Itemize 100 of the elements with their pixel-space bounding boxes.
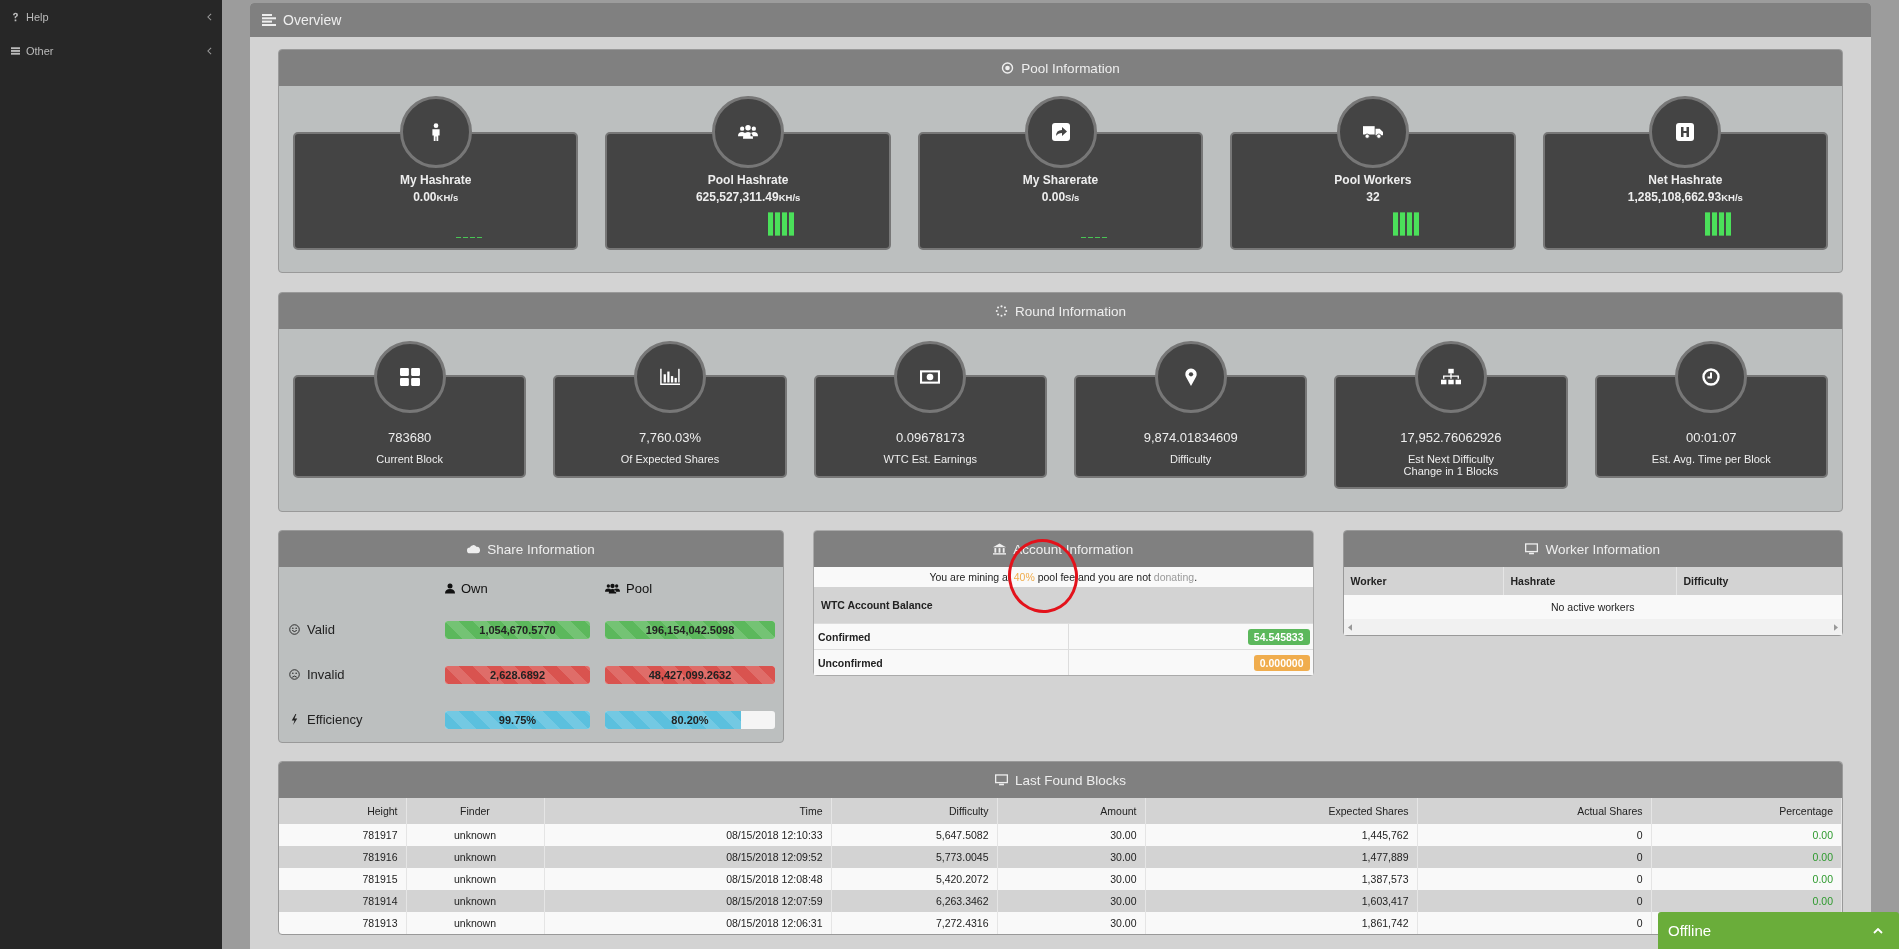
- bar-value: 48,427,099.2632: [648, 668, 732, 681]
- smile-icon: [289, 624, 300, 636]
- card-value: 783680: [386, 430, 433, 445]
- column-header: Expected Shares: [1145, 798, 1417, 825]
- card-label: Est. Avg. Time per Block: [1650, 453, 1772, 466]
- hospital-sign-icon: [1675, 123, 1696, 141]
- spinner-icon: [994, 305, 1008, 317]
- question-icon: [11, 12, 20, 22]
- table-cell: 1,861,742: [1145, 912, 1417, 935]
- table-cell: 5,773.0045: [831, 846, 997, 869]
- section-title: Worker Information: [1545, 541, 1660, 557]
- column-header: Finder: [406, 798, 544, 825]
- sidebar-label: Help: [26, 11, 50, 23]
- monitor-icon: [1525, 543, 1539, 556]
- section-title: Pool Information: [1021, 60, 1120, 76]
- chevron-icon: [207, 47, 212, 55]
- table-cell: unknown: [406, 890, 544, 913]
- column-header: Difficulty: [831, 798, 997, 825]
- target-icon: [1001, 62, 1015, 74]
- table-cell: 08/15/2018 12:06:31: [544, 912, 831, 935]
- card-title: My Sharerate: [1021, 173, 1100, 187]
- clock-icon: [1701, 368, 1722, 386]
- empty-message: No active workers: [1550, 600, 1636, 616]
- column-header: Height: [279, 798, 406, 825]
- table-cell: 1,603,417: [1145, 890, 1417, 913]
- balance-badge: 54.545833: [1247, 628, 1310, 645]
- card-value: 625,527,311.49KH/s: [694, 190, 802, 204]
- table-cell: 30.00: [997, 912, 1145, 935]
- panel-title: Overview: [283, 12, 342, 28]
- card-title: Pool Workers: [1333, 173, 1413, 187]
- card-value: 17,952.76062926: [1399, 430, 1503, 445]
- menu-icon: [262, 14, 276, 26]
- table-cell: 781913: [279, 912, 406, 935]
- horizontal-scrollbar[interactable]: [1343, 619, 1842, 636]
- sidebar-label: Other: [26, 45, 55, 57]
- table-cell: 0: [1417, 890, 1651, 913]
- grid-icon: [399, 368, 420, 386]
- group-icon: [605, 582, 620, 594]
- table-cell: 08/15/2018 12:07:59: [544, 890, 831, 913]
- card-title: Net Hashrate: [1647, 173, 1724, 187]
- sitemap-icon: [1440, 368, 1461, 386]
- card-value: 0.00KH/s: [412, 190, 460, 204]
- card-value: 7,760.03%: [637, 430, 703, 445]
- banknote-icon: [920, 368, 941, 386]
- column-header: Time: [544, 798, 831, 825]
- table-cell: 30.00: [997, 846, 1145, 869]
- table-cell: 0.00: [1651, 846, 1842, 869]
- bar-value: 80.20%: [671, 713, 709, 726]
- list-icon: [11, 46, 20, 56]
- table-cell: 0: [1417, 846, 1651, 869]
- table-cell: unknown: [406, 846, 544, 869]
- cloud-icon: [467, 543, 481, 556]
- person-icon: [445, 582, 455, 594]
- card-title: My Hashrate: [399, 173, 473, 187]
- bar-value: 196,154,042.5098: [645, 623, 735, 636]
- bar-value: 1,054,670.5770: [479, 623, 556, 636]
- balance-badge: 0.000000: [1253, 654, 1310, 671]
- lightning-icon: [289, 714, 300, 726]
- section-title: Round Information: [1014, 303, 1127, 319]
- section-title: Last Found Blocks: [1014, 772, 1127, 788]
- column-header: Own: [461, 580, 488, 596]
- table-cell: 08/15/2018 12:09:52: [544, 846, 831, 869]
- card-label: Current Block: [375, 453, 444, 466]
- table-cell: 30.00: [997, 890, 1145, 913]
- table-cell: 1,477,889: [1145, 846, 1417, 869]
- group-icon: [738, 123, 759, 141]
- table-cell: 781916: [279, 846, 406, 869]
- bar-chart-icon: [660, 368, 680, 386]
- right-arrow-icon[interactable]: [1834, 623, 1838, 631]
- card-value: 0.09678173: [894, 430, 966, 445]
- card-value: 9,874.01834609: [1142, 430, 1239, 445]
- card-title: Pool Hashrate: [706, 173, 790, 187]
- card-value: 1,285,108,662.93KH/s: [1626, 190, 1744, 204]
- left-arrow-icon[interactable]: [1347, 623, 1352, 631]
- caret-icon: [1873, 927, 1883, 934]
- column-header: Hashrate: [1503, 567, 1677, 596]
- column-header: Pool: [626, 580, 653, 596]
- column-header: Percentage: [1651, 798, 1842, 825]
- sidebar-item[interactable]: Other: [0, 40, 222, 62]
- card-label: Est Next Difficulty Change in 1 Blocks: [1402, 453, 1500, 478]
- card-label: Difficulty: [1168, 453, 1213, 466]
- bank-icon: [993, 543, 1007, 556]
- card-value: 0.00S/s: [1040, 190, 1081, 204]
- column-header: Worker: [1343, 567, 1504, 596]
- chat-status: Offline: [1668, 922, 1712, 939]
- table-cell: 781914: [279, 890, 406, 913]
- card-label: Of Expected Shares: [619, 453, 721, 466]
- card-value: 00:01:07: [1685, 430, 1738, 445]
- table-cell: 7,272.4316: [831, 912, 997, 935]
- sidebar-item[interactable]: Help: [0, 6, 222, 28]
- table-cell: 6,263.3462: [831, 890, 997, 913]
- card-value: 32: [1365, 190, 1381, 204]
- truck-icon: [1362, 123, 1383, 141]
- card-label: WTC Est. Earnings: [882, 453, 979, 466]
- table-cell: 0.00: [1651, 890, 1842, 913]
- section-title: Share Information: [487, 541, 595, 557]
- column-header: Actual Shares: [1417, 798, 1651, 825]
- row-label: Valid: [307, 622, 335, 638]
- bar-value: 2,628.6892: [489, 668, 546, 681]
- monitor-icon: [994, 774, 1008, 787]
